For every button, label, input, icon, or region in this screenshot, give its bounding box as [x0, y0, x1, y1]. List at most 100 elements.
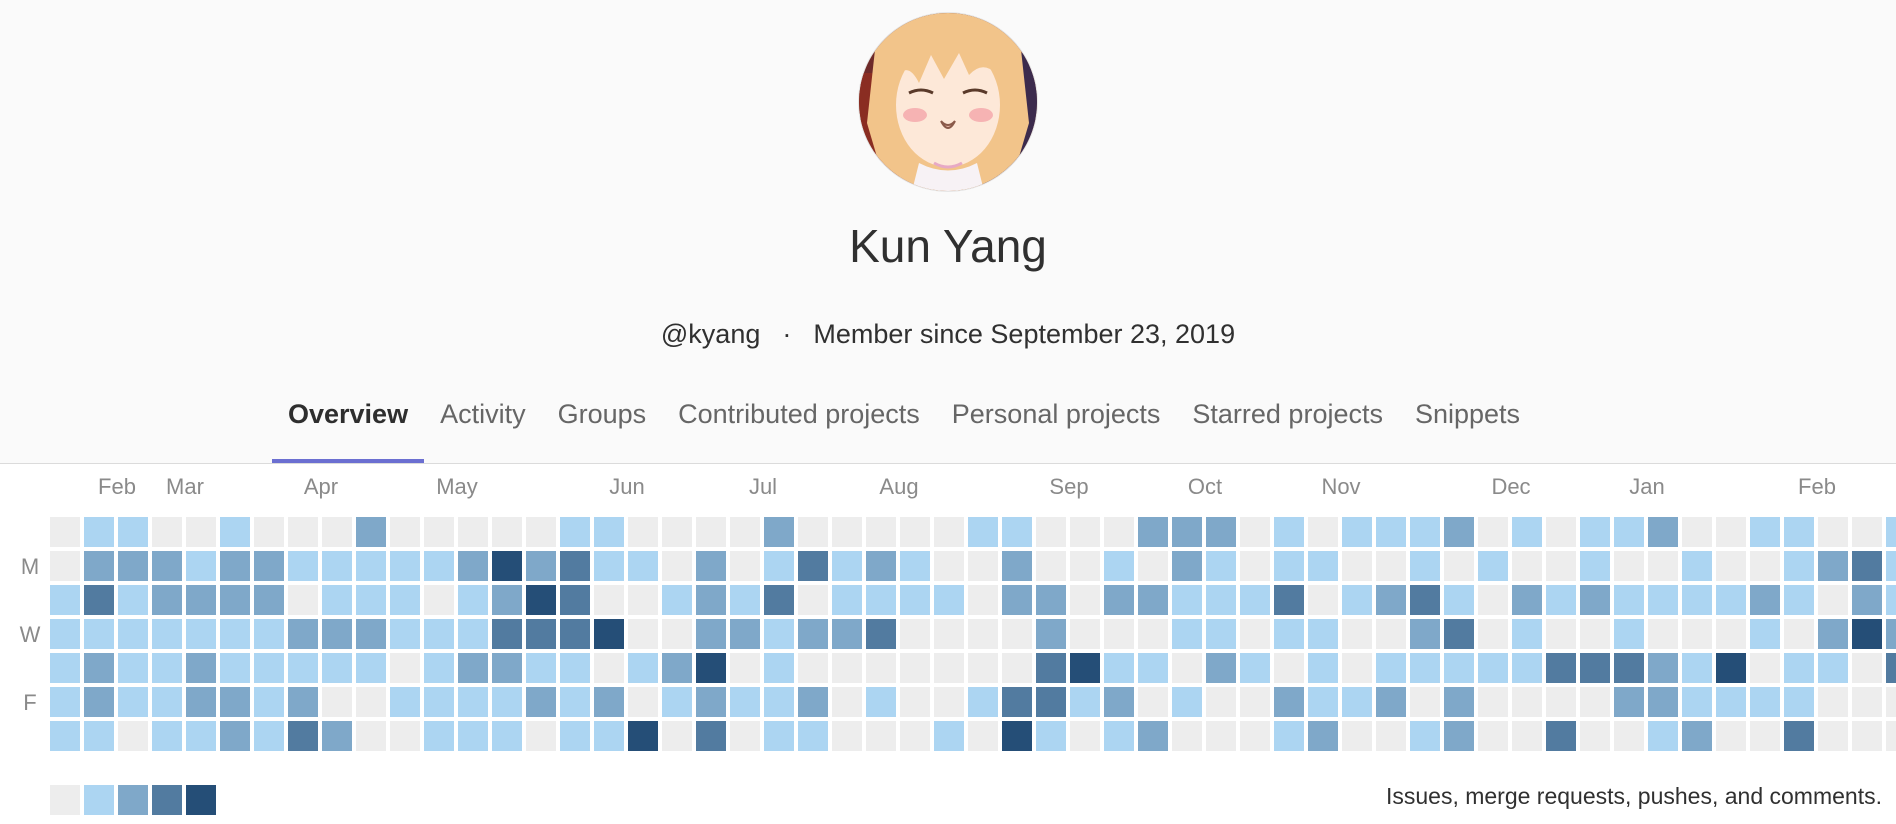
contribution-cell[interactable] [798, 687, 828, 717]
contribution-cell[interactable] [1240, 585, 1270, 615]
contribution-cell[interactable] [1274, 619, 1304, 649]
contribution-cell[interactable] [1546, 687, 1576, 717]
contribution-cell[interactable] [1478, 619, 1508, 649]
contribution-cell[interactable] [50, 721, 80, 751]
contribution-cell[interactable] [1512, 653, 1542, 683]
contribution-cell[interactable] [628, 619, 658, 649]
contribution-cell[interactable] [1206, 653, 1236, 683]
contribution-cell[interactable] [288, 619, 318, 649]
contribution-cell[interactable] [1308, 551, 1338, 581]
contribution-cell[interactable] [560, 585, 590, 615]
contribution-cell[interactable] [696, 585, 726, 615]
contribution-cell[interactable] [1274, 517, 1304, 547]
contribution-cell[interactable] [1070, 687, 1100, 717]
contribution-cell[interactable] [1852, 619, 1882, 649]
contribution-cell[interactable] [1274, 585, 1304, 615]
contribution-cell[interactable] [1172, 687, 1202, 717]
contribution-cell[interactable] [1410, 653, 1440, 683]
contribution-cell[interactable] [1886, 551, 1896, 581]
contribution-cell[interactable] [1886, 517, 1896, 547]
contribution-cell[interactable] [866, 551, 896, 581]
contribution-cell[interactable] [866, 653, 896, 683]
contribution-cell[interactable] [1716, 653, 1746, 683]
contribution-cell[interactable] [1512, 585, 1542, 615]
contribution-cell[interactable] [288, 551, 318, 581]
contribution-cell[interactable] [1274, 653, 1304, 683]
contribution-cell[interactable] [1818, 619, 1848, 649]
contribution-cell[interactable] [1444, 517, 1474, 547]
contribution-cell[interactable] [322, 585, 352, 615]
contribution-cell[interactable] [1036, 619, 1066, 649]
contribution-cell[interactable] [1784, 517, 1814, 547]
contribution-cell[interactable] [594, 721, 624, 751]
contribution-cell[interactable] [594, 653, 624, 683]
contribution-cell[interactable] [1444, 687, 1474, 717]
contribution-cell[interactable] [186, 551, 216, 581]
contribution-cell[interactable] [1852, 687, 1882, 717]
contribution-cell[interactable] [1376, 585, 1406, 615]
contribution-cell[interactable] [118, 721, 148, 751]
contribution-cell[interactable] [1104, 619, 1134, 649]
contribution-cell[interactable] [492, 653, 522, 683]
contribution-cell[interactable] [84, 551, 114, 581]
contribution-cell[interactable] [832, 551, 862, 581]
contribution-cell[interactable] [84, 585, 114, 615]
contribution-cell[interactable] [798, 551, 828, 581]
contribution-cell[interactable] [1410, 585, 1440, 615]
contribution-cell[interactable] [1818, 551, 1848, 581]
contribution-cell[interactable] [628, 687, 658, 717]
contribution-cell[interactable] [152, 585, 182, 615]
contribution-cell[interactable] [968, 619, 998, 649]
contribution-cell[interactable] [934, 551, 964, 581]
contribution-cell[interactable] [560, 653, 590, 683]
contribution-cell[interactable] [1648, 551, 1678, 581]
contribution-cell[interactable] [186, 687, 216, 717]
contribution-cell[interactable] [1478, 653, 1508, 683]
contribution-cell[interactable] [696, 721, 726, 751]
contribution-cell[interactable] [288, 687, 318, 717]
contribution-cell[interactable] [1172, 585, 1202, 615]
contribution-cell[interactable] [1410, 687, 1440, 717]
contribution-cell[interactable] [50, 517, 80, 547]
contribution-cell[interactable] [1648, 619, 1678, 649]
contribution-cell[interactable] [1648, 721, 1678, 751]
contribution-cell[interactable] [1138, 687, 1168, 717]
contribution-cell[interactable] [526, 551, 556, 581]
contribution-cell[interactable] [764, 687, 794, 717]
contribution-cell[interactable] [492, 687, 522, 717]
contribution-cell[interactable] [1376, 551, 1406, 581]
contribution-cell[interactable] [424, 653, 454, 683]
contribution-cell[interactable] [1784, 585, 1814, 615]
contribution-cell[interactable] [730, 653, 760, 683]
contribution-cell[interactable] [594, 585, 624, 615]
contribution-cell[interactable] [1784, 721, 1814, 751]
contribution-cell[interactable] [1002, 721, 1032, 751]
contribution-cell[interactable] [1376, 517, 1406, 547]
contribution-cell[interactable] [968, 653, 998, 683]
contribution-cell[interactable] [1342, 551, 1372, 581]
contribution-cell[interactable] [1784, 619, 1814, 649]
contribution-cell[interactable] [1376, 721, 1406, 751]
contribution-cell[interactable] [1070, 721, 1100, 751]
contribution-cell[interactable] [390, 687, 420, 717]
contribution-cell[interactable] [1138, 619, 1168, 649]
contribution-cell[interactable] [458, 653, 488, 683]
contribution-cell[interactable] [730, 585, 760, 615]
contribution-cell[interactable] [730, 551, 760, 581]
contribution-cell[interactable] [900, 551, 930, 581]
contribution-cell[interactable] [866, 721, 896, 751]
contribution-cell[interactable] [1172, 619, 1202, 649]
contribution-cell[interactable] [458, 517, 488, 547]
contribution-cell[interactable] [356, 517, 386, 547]
contribution-cell[interactable] [322, 517, 352, 547]
contribution-cell[interactable] [356, 619, 386, 649]
contribution-cell[interactable] [1716, 721, 1746, 751]
contribution-cell[interactable] [1852, 551, 1882, 581]
contribution-cell[interactable] [1546, 653, 1576, 683]
contribution-cell[interactable] [118, 585, 148, 615]
contribution-cell[interactable] [458, 619, 488, 649]
tab-personal-projects[interactable]: Personal projects [936, 392, 1177, 462]
contribution-cell[interactable] [1648, 653, 1678, 683]
contribution-cell[interactable] [1818, 687, 1848, 717]
contribution-cell[interactable] [118, 551, 148, 581]
